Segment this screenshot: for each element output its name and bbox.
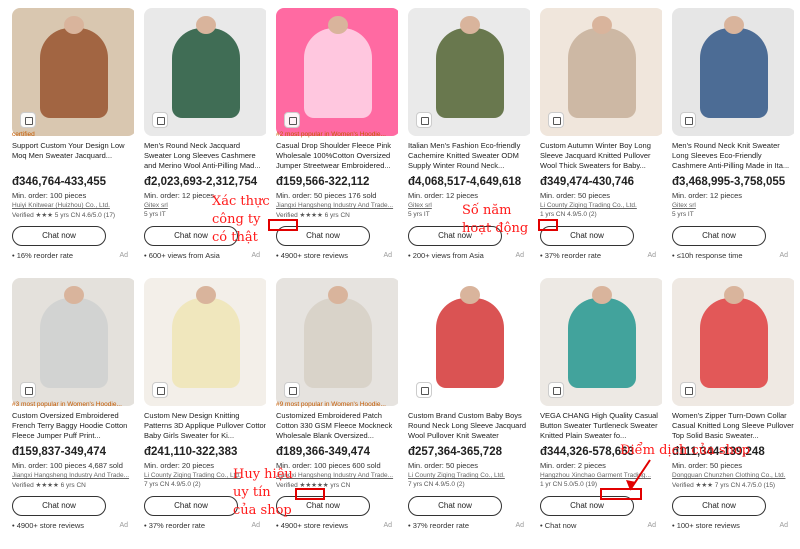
annotation-arrow: [626, 459, 651, 491]
annotation-verified: Xác thực công ty có thật: [212, 194, 270, 245]
annotation-years: Số năm hoạt động: [462, 203, 529, 236]
annotation-reputation: Huy hiệu uy tín của shop: [233, 467, 293, 518]
annotation-rating: Điểm dịch của shop: [620, 443, 751, 458]
